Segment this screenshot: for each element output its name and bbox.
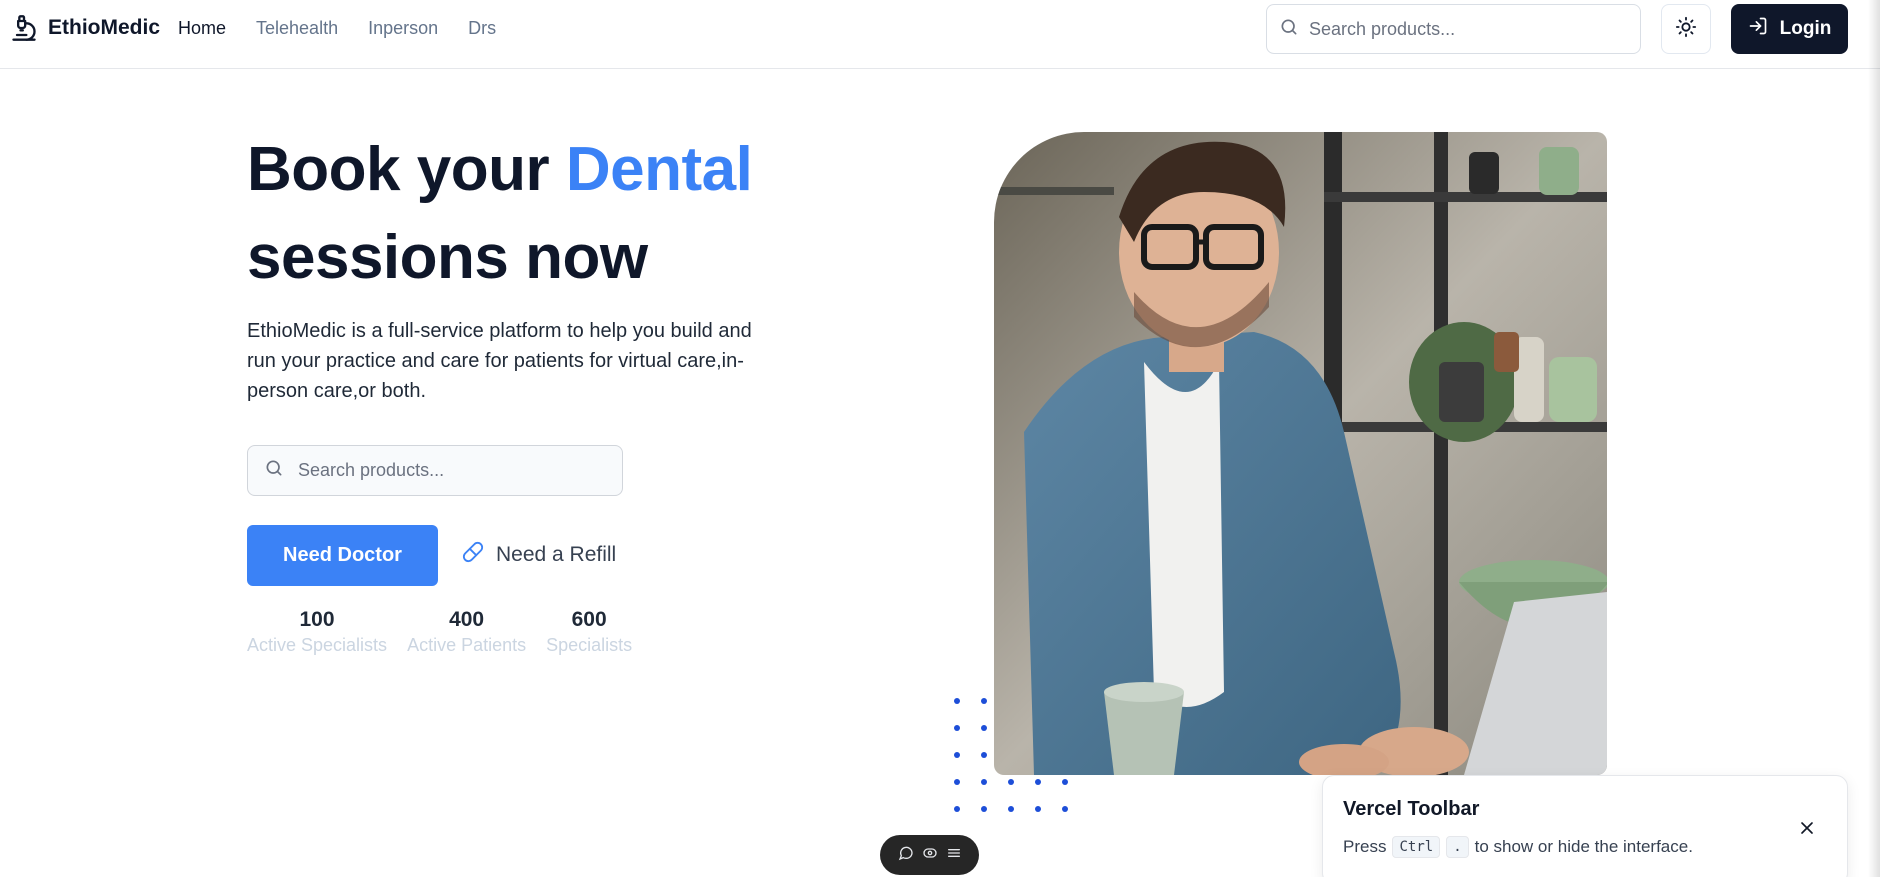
stat-label: Active Patients: [407, 635, 527, 655]
comment-icon[interactable]: [898, 845, 914, 866]
brand-name: EthioMedic: [48, 16, 161, 39]
need-refill-label: Need a Refill: [496, 543, 617, 566]
eye-icon[interactable]: [922, 845, 938, 866]
hero-title-accent: Dental: [565, 135, 753, 204]
stat-active-patients: 400 Active Patients: [407, 607, 526, 657]
stat-value: 400: [449, 608, 485, 631]
hero-title-after: sessions now: [247, 223, 648, 292]
need-refill-button[interactable]: Need a Refill: [462, 541, 616, 569]
sun-icon: [1675, 16, 1697, 43]
hero-title-before: Book your: [247, 135, 566, 204]
stat-value: 100: [299, 608, 335, 631]
nav-telehealth[interactable]: Telehealth: [256, 18, 338, 39]
need-doctor-button[interactable]: Need Doctor: [247, 525, 438, 586]
main-nav: Home Telehealth Inperson Drs: [178, 18, 496, 39]
toast-rest-text: to show or hide the interface.: [1474, 837, 1693, 856]
login-label: Login: [1779, 18, 1832, 39]
kbd-period: .: [1446, 836, 1469, 858]
nav-home[interactable]: Home: [178, 18, 226, 39]
vercel-toolbar-toast: Vercel Toolbar Press Ctrl . to show or h…: [1322, 775, 1848, 877]
nav-inperson[interactable]: Inperson: [368, 18, 438, 39]
stats-row: 100 Active Specialists 400 Active Patien…: [247, 607, 632, 657]
hero-search: [247, 445, 623, 496]
stat-active-specialists: 100 Active Specialists: [247, 607, 387, 657]
hero-description: EthioMedic is a full-service platform to…: [247, 320, 752, 402]
stat-label: Active Specialists: [247, 635, 388, 655]
header-search: [1266, 4, 1641, 54]
page-edge-shadow: [1868, 0, 1880, 877]
hero-title: Book your Dental sessions now: [247, 126, 753, 302]
header-search-input[interactable]: [1309, 18, 1609, 40]
toast-press-text: Press: [1343, 837, 1387, 856]
hero-search-input[interactable]: [298, 460, 598, 481]
hero-doctor-photo: [994, 132, 1607, 775]
toast-title: Vercel Toolbar: [1343, 798, 1480, 820]
menu-icon[interactable]: [946, 845, 962, 866]
stat-value: 600: [571, 608, 607, 631]
pill-icon: [462, 541, 484, 569]
kbd-ctrl: Ctrl: [1392, 836, 1441, 858]
top-navbar: EthioMedic Home Telehealth Inperson Drs …: [0, 0, 1880, 69]
log-in-icon: [1748, 16, 1768, 42]
brand-logo[interactable]: EthioMedic: [10, 14, 160, 42]
login-button[interactable]: Login: [1731, 4, 1848, 54]
close-icon[interactable]: [1793, 814, 1821, 842]
stat-specialists: 600 Specialists: [546, 607, 632, 657]
search-icon: [1279, 17, 1299, 42]
vercel-toolbar-pill[interactable]: [880, 835, 979, 875]
toast-body: Press Ctrl . to show or hide the interfa…: [1343, 836, 1693, 858]
search-icon: [264, 458, 284, 483]
theme-toggle-button[interactable]: [1661, 4, 1711, 54]
stat-label: Specialists: [546, 635, 633, 655]
microscope-icon: [10, 14, 38, 42]
nav-drs[interactable]: Drs: [468, 18, 496, 39]
